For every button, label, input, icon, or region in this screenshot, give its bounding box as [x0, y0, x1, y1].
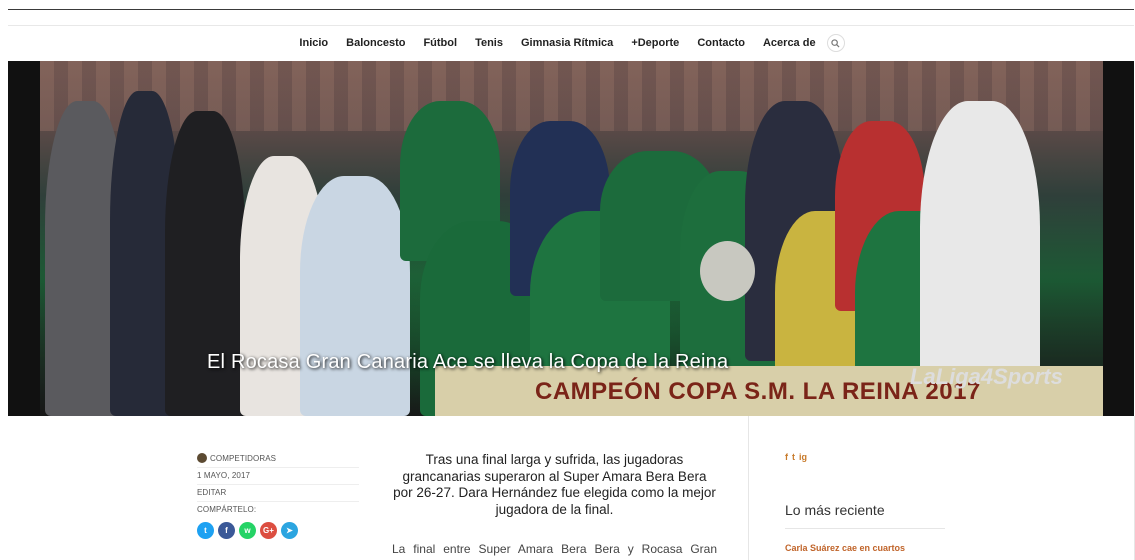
search-button[interactable] [826, 34, 845, 52]
hero-edge [1103, 61, 1134, 416]
globe-icon [197, 453, 207, 463]
header-divider [8, 25, 1134, 26]
nav-item-mas-deporte[interactable]: +Deporte [622, 33, 688, 53]
sponsor-logo: LaLiga4Sports [910, 364, 1063, 389]
hero-title[interactable]: El Rocasa Gran Canaria Ace se lleva la C… [207, 351, 728, 374]
recent-post-link[interactable]: Carla Suárez cae en cuartos [785, 543, 905, 553]
post-category[interactable]: COMPETIDORAS [197, 450, 359, 468]
facebook-icon[interactable]: f [785, 452, 788, 462]
search-icon [831, 38, 840, 48]
widget-divider [785, 528, 945, 529]
whatsapp-share-icon[interactable]: w [239, 522, 256, 539]
article-body: La final entre Super Amara Bera Bera y R… [392, 542, 717, 556]
post-meta: COMPETIDORAS 1 MAYO, 2017 EDITAR COMPÁRT… [197, 450, 359, 539]
nav-item-contacto[interactable]: Contacto [688, 33, 754, 53]
facebook-share-icon[interactable]: f [218, 522, 235, 539]
share-buttons: t f w G+ ➤ [197, 522, 359, 539]
nav-item-acerca[interactable]: Acerca de [754, 33, 825, 53]
widget-title: Lo más reciente [785, 502, 885, 518]
nav-item-gimnasia[interactable]: Gimnasia Rítmica [512, 33, 622, 53]
google-plus-share-icon[interactable]: G+ [260, 522, 277, 539]
edit-link[interactable]: EDITAR [197, 485, 359, 502]
main-nav: Inicio Baloncesto Fútbol Tenis Gimnasia … [0, 33, 1135, 53]
nav-item-inicio[interactable]: Inicio [290, 33, 337, 53]
telegram-share-icon[interactable]: ➤ [281, 522, 298, 539]
nav-item-baloncesto[interactable]: Baloncesto [337, 33, 414, 53]
share-label: COMPÁRTELO: [197, 505, 257, 514]
hero-slider[interactable]: CAMPEÓN COPA S.M. LA REINA 2017 LaLiga4S… [8, 61, 1134, 416]
sidebar-divider [748, 416, 749, 560]
nav-item-futbol[interactable]: Fútbol [414, 33, 466, 53]
nav-item-tenis[interactable]: Tenis [466, 33, 512, 53]
article-lead: Tras una final larga y sufrida, las juga… [393, 452, 716, 517]
sidebar-social: f t ig [785, 452, 807, 462]
post-category-label[interactable]: COMPETIDORAS [210, 454, 276, 463]
twitter-share-icon[interactable]: t [197, 522, 214, 539]
post-date: 1 MAYO, 2017 [197, 468, 359, 485]
instagram-icon[interactable]: ig [799, 452, 807, 462]
twitter-icon[interactable]: t [792, 452, 795, 462]
top-border [8, 9, 1134, 10]
